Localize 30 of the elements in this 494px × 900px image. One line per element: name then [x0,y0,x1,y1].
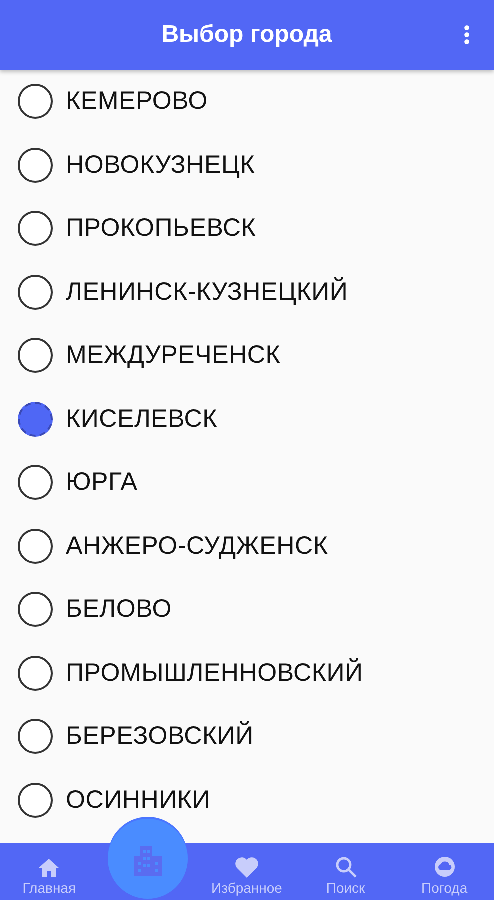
screen-title: Выбор города [162,21,332,49]
city-option[interactable]: АНЖЕРО-СУДЖЕНСК [0,514,494,578]
radio-button[interactable] [18,528,53,564]
city-option[interactable]: ПРОКОПЬЕВСК [0,197,494,260]
home-icon [38,858,60,878]
city-option[interactable]: ОСИННИКИ [0,768,494,832]
radio-button[interactable] [18,211,53,246]
radio-button[interactable] [18,782,53,818]
heart-icon [234,857,259,878]
cloud-icon [434,856,456,878]
radio-button[interactable] [18,592,53,628]
city-option[interactable]: КЕМЕРОВО [0,70,494,134]
radio-button[interactable] [18,274,53,310]
city-option[interactable]: КИСЕЛЕВСК [0,388,494,451]
city-option[interactable]: БЕРЕЗОВСКИЙ [0,705,494,768]
radio-button[interactable] [18,656,53,691]
radio-button[interactable] [18,402,53,437]
radio-button[interactable] [18,719,53,754]
radio-button[interactable] [18,148,53,183]
city-option[interactable]: ЮРГА [0,451,494,514]
radio-button[interactable] [18,465,53,500]
more-options-icon[interactable] [464,25,470,45]
radio-button[interactable] [18,84,53,120]
city-option[interactable]: ЛЕНИНСК-КУЗНЕЦКИЙ [0,260,494,324]
radio-button[interactable] [18,338,53,374]
city-option[interactable]: БЕЛОВО [0,578,494,642]
city-option[interactable]: ПРОМЫШЛЕННОВСКИЙ [0,642,494,705]
city-option[interactable]: НОВОКУЗНЕЦК [0,134,494,197]
city-option[interactable]: МЕЖДУРЕЧЕНСК [0,324,494,388]
search-icon [334,856,357,878]
